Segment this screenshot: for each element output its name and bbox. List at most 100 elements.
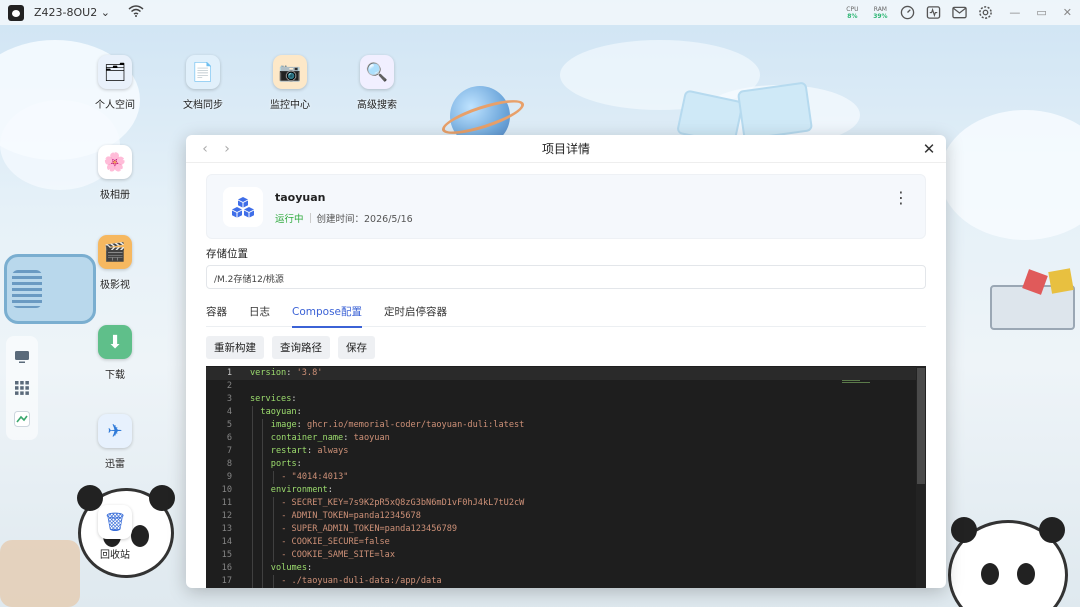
code-text: - COOKIE_SECURE=false xyxy=(281,537,390,547)
rebuild-button[interactable]: 重新构建 xyxy=(206,336,264,359)
code-text: image: ghcr.io/memorial-coder/taoyuan-du… xyxy=(270,420,525,430)
code-line[interactable]: 1 version: '3.8' xyxy=(206,367,916,380)
desktop-icon-video[interactable]: 🎬 极影视 xyxy=(80,235,150,291)
code-line[interactable]: 17 - ./taoyuan-duli-data:/app/data xyxy=(206,575,916,588)
code-text: - SECRET_KEY=7s9K2pR5xQ8zG3bN6mD1vF0hJ4k… xyxy=(281,498,525,508)
code-text: taoyuan: xyxy=(260,407,302,417)
tab-bar: 容器 日志 Compose配置 定时启停容器 xyxy=(206,299,926,328)
forward-arrow-icon[interactable]: › xyxy=(216,141,238,157)
code-line[interactable]: 5 image: ghcr.io/memorial-coder/taoyuan-d… xyxy=(206,419,916,432)
editor-scroll-thumb[interactable] xyxy=(917,368,925,484)
line-number: 9 xyxy=(226,472,232,482)
code-text: environment: xyxy=(270,485,333,495)
device-name[interactable]: Z423-8OU2 ⌄ xyxy=(34,6,110,19)
desktop-icon-doc-sync[interactable]: 📄 文档同步 xyxy=(168,55,238,111)
person-folder-icon: 🗂 xyxy=(98,55,132,89)
project-meta: 运行中 创建时间：2026/5/16 xyxy=(275,211,413,225)
code-line[interactable]: 3 services: xyxy=(206,393,916,406)
desktop-icon-download[interactable]: ⬇ 下载 xyxy=(80,325,150,381)
panda-logo-icon[interactable] xyxy=(8,4,24,21)
settings-gear-icon[interactable] xyxy=(977,5,993,21)
cpu-meter[interactable]: CPU 8% xyxy=(843,6,861,20)
code-text: - ADMIN_TOKEN=panda12345678 xyxy=(281,511,421,521)
code-line[interactable]: 13 - SUPER_ADMIN_TOKEN=panda123456789 xyxy=(206,523,916,536)
code-line[interactable]: 16 volumes: xyxy=(206,562,916,575)
code-line[interactable]: 11 - SECRET_KEY=7s9K2pR5xQ8zG3bN6mD1vF0hJ… xyxy=(206,497,916,510)
code-text: - COOKIE_SAME_SITE=lax xyxy=(281,550,396,560)
editor-scrollbar[interactable] xyxy=(916,366,926,588)
project-name: taoyuan xyxy=(275,191,326,204)
left-dock xyxy=(6,336,38,440)
panda-decoration-right xyxy=(948,517,1068,607)
code-line[interactable]: 8 ports: xyxy=(206,458,916,471)
line-number: 1 xyxy=(226,368,232,378)
trash-icon: 🗑 xyxy=(98,505,132,539)
line-number: 12 xyxy=(221,511,232,521)
line-number: 10 xyxy=(221,485,232,495)
line-number: 14 xyxy=(221,537,232,547)
top-bar: Z423-8OU2 ⌄ CPU 8% RAM 39% — ▭ ✕ xyxy=(0,0,1080,25)
code-line[interactable]: 4 taoyuan: xyxy=(206,406,916,419)
line-number: 16 xyxy=(221,563,232,573)
code-line[interactable]: 12 - ADMIN_TOKEN=panda12345678 xyxy=(206,510,916,523)
line-number: 2 xyxy=(226,381,232,391)
code-text: volumes: xyxy=(270,563,313,573)
line-number: 13 xyxy=(221,524,232,534)
thunder-icon: ✈ xyxy=(98,414,132,448)
line-number: 3 xyxy=(226,394,232,404)
status-badge: 运行中 xyxy=(275,214,304,225)
desktop-icon-personal-space[interactable]: 🗂 个人空间 xyxy=(80,55,150,111)
app-grid-icon[interactable] xyxy=(13,379,31,397)
code-line[interactable]: 10 environment: xyxy=(206,484,916,497)
code-line[interactable]: 9 - "4014:4013" xyxy=(206,471,916,484)
line-number: 15 xyxy=(221,550,232,560)
window-titlebar: ‹ › 项目详情 ✕ xyxy=(186,135,946,163)
close-icon[interactable]: ✕ xyxy=(920,140,938,158)
mail-icon[interactable] xyxy=(951,5,967,21)
code-line[interactable]: 6 container_name: taoyuan xyxy=(206,432,916,445)
download-icon: ⬇ xyxy=(98,325,132,359)
tab-scheduled-start-stop[interactable]: 定时启停容器 xyxy=(384,299,447,327)
code-line[interactable]: 7 restart: always xyxy=(206,445,916,458)
compose-code-editor[interactable]: 1 version: '3.8' 2 3 services: 4 taoyuan: 5 imag… xyxy=(206,366,926,588)
tab-compose-config[interactable]: Compose配置 xyxy=(292,299,363,328)
desktop-icon-monitoring[interactable]: 📷 监控中心 xyxy=(255,55,325,111)
code-text: - ./taoyuan-duli-data:/app/data xyxy=(281,576,442,586)
maximize-icon[interactable]: ▭ xyxy=(1036,6,1046,19)
more-options-icon[interactable]: ⋮ xyxy=(893,190,909,206)
code-text: restart: always xyxy=(270,446,349,456)
line-number: 8 xyxy=(226,459,232,469)
running-app-icon[interactable] xyxy=(13,410,31,428)
container-cubes-icon xyxy=(223,187,263,227)
task-manager-icon[interactable] xyxy=(925,5,941,21)
desktop-icon-recycle-bin[interactable]: 🗑 回收站 xyxy=(80,505,150,561)
code-line[interactable]: 2 xyxy=(206,380,916,393)
line-number: 4 xyxy=(226,407,232,417)
gauge-icon[interactable] xyxy=(899,5,915,21)
desktop-monitor-icon[interactable] xyxy=(13,348,31,366)
wifi-icon[interactable] xyxy=(128,4,144,21)
doc-sync-icon: 📄 xyxy=(186,55,220,89)
project-card: taoyuan 运行中 创建时间：2026/5/16 ⋮ xyxy=(206,174,926,239)
save-button[interactable]: 保存 xyxy=(338,336,375,359)
code-text: ports: xyxy=(270,459,302,469)
window-title: 项目详情 xyxy=(541,142,590,156)
ram-meter[interactable]: RAM 39% xyxy=(871,6,889,20)
desktop-icon-advanced-search[interactable]: 🔍 高级搜索 xyxy=(342,55,412,111)
back-arrow-icon[interactable]: ‹ xyxy=(194,141,216,157)
code-line[interactable]: 15 - COOKIE_SAME_SITE=lax xyxy=(206,549,916,562)
code-line[interactable]: 14 - COOKIE_SECURE=false xyxy=(206,536,916,549)
line-number: 7 xyxy=(226,446,232,456)
search-icon: 🔍 xyxy=(360,55,394,89)
tab-logs[interactable]: 日志 xyxy=(249,299,270,327)
action-buttons: 重新构建 查询路径 保存 xyxy=(206,336,375,359)
desktop-icon-thunder[interactable]: ✈ 迅雷 xyxy=(80,414,150,470)
query-path-button[interactable]: 查询路径 xyxy=(272,336,330,359)
line-number: 11 xyxy=(221,498,232,508)
close-desktop-icon[interactable]: ✕ xyxy=(1063,6,1072,19)
desktop-icon-photos[interactable]: 🌸 极相册 xyxy=(80,145,150,201)
storage-path-field[interactable]: /M.2存储12/桃源 xyxy=(206,265,926,289)
created-time: 创建时间：2026/5/16 xyxy=(316,214,413,225)
tab-container[interactable]: 容器 xyxy=(206,299,227,327)
minimize-icon[interactable]: — xyxy=(1009,6,1020,19)
